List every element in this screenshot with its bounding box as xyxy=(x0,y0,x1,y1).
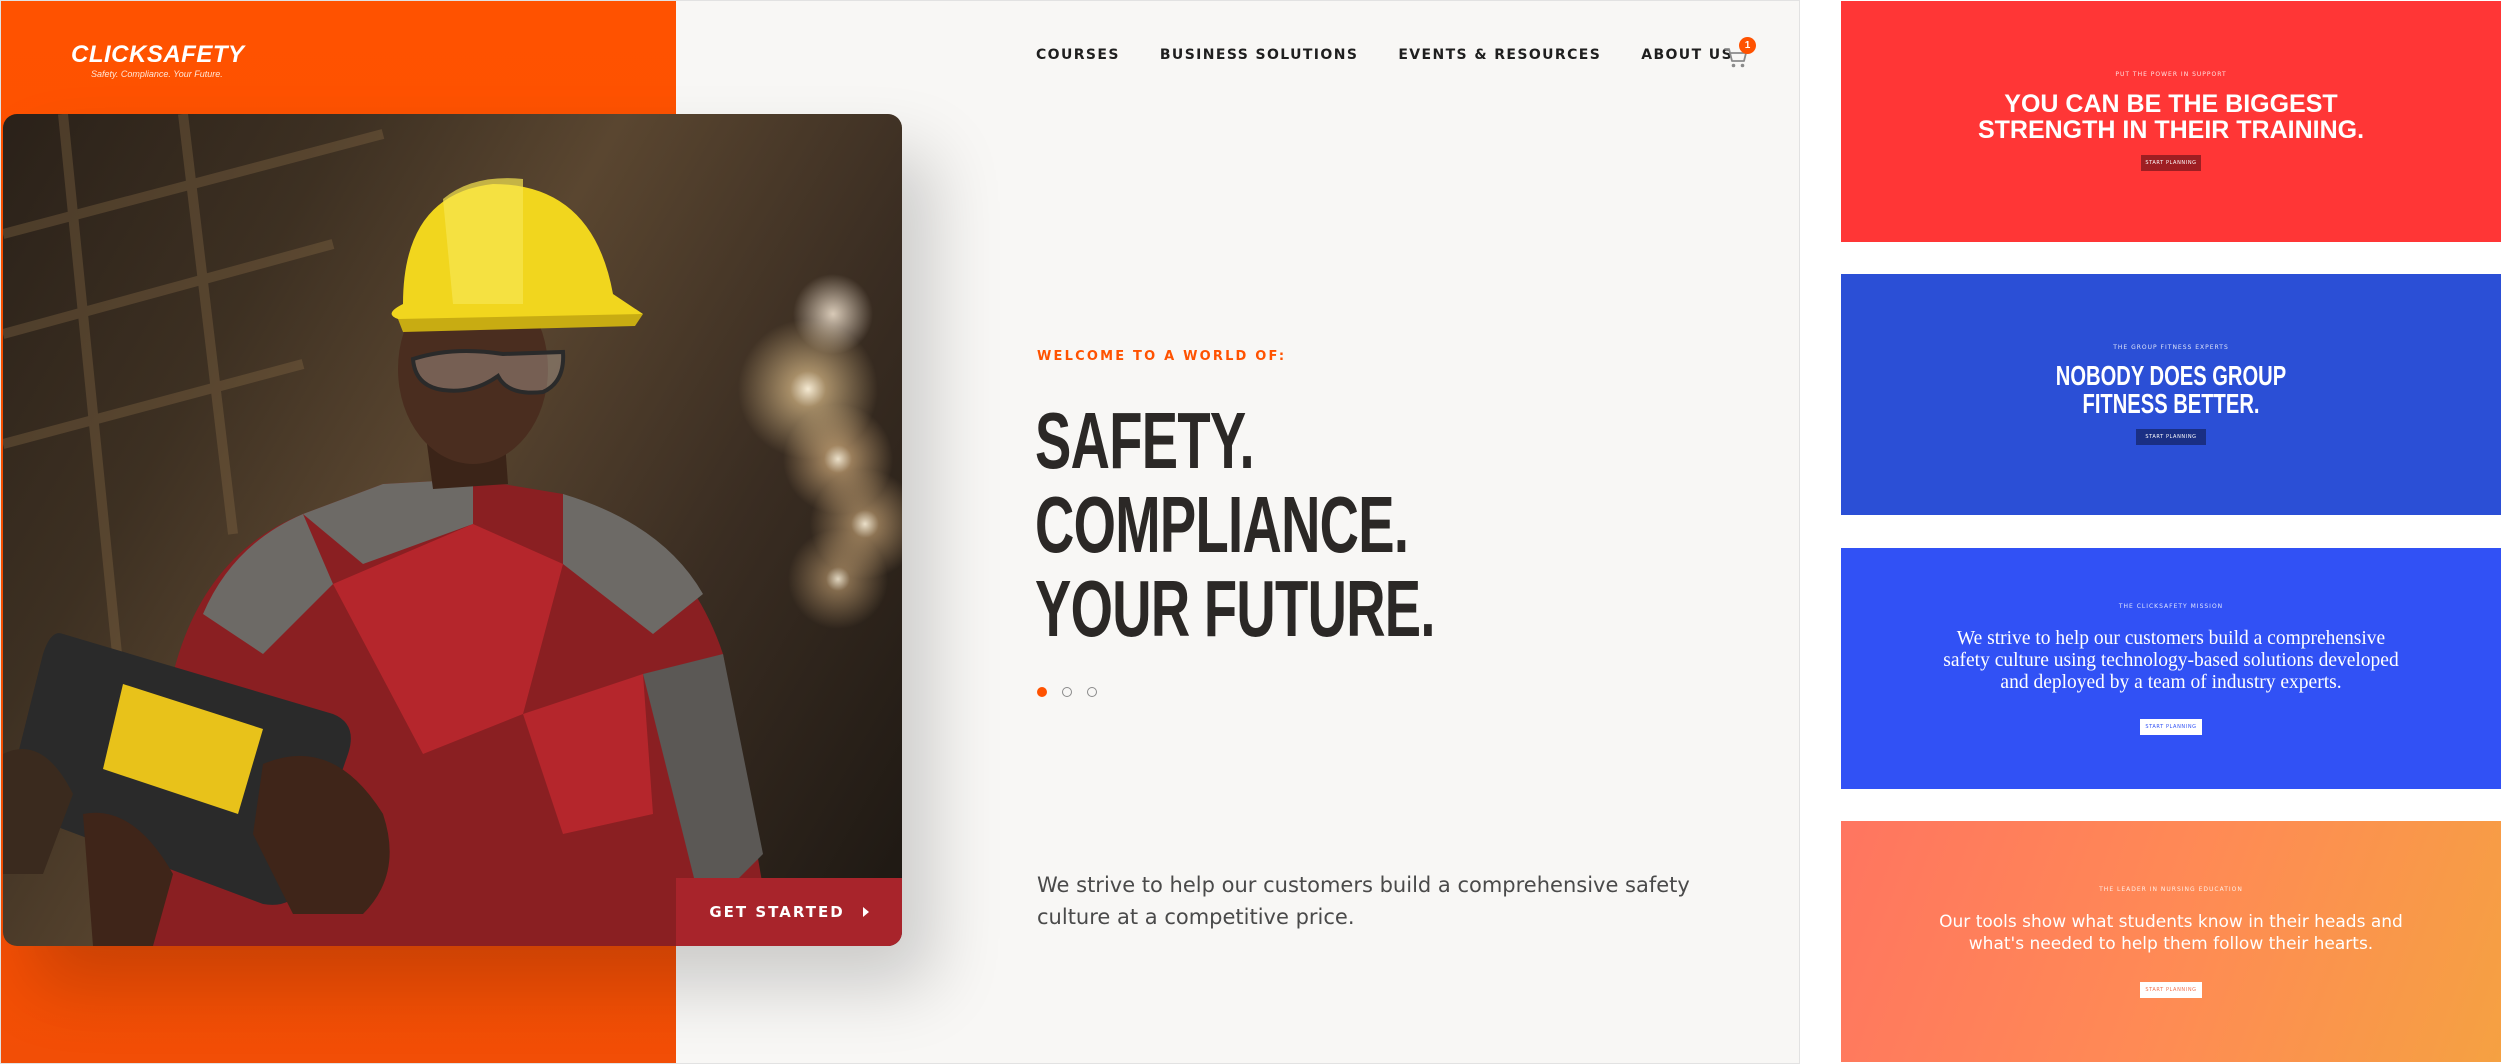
hero-headline: SAFETY. COMPLIANCE. YOUR FUTURE. xyxy=(1035,396,1436,653)
banner-start-planning-button[interactable]: START PLANNING xyxy=(2140,719,2202,735)
nav-about-us[interactable]: ABOUT US xyxy=(1641,47,1733,63)
banner-mission: THE CLICKSAFETY MISSION We strive to hel… xyxy=(1841,548,2501,789)
headline-line-1: SAFETY. xyxy=(1035,396,1255,485)
main-navigation: COURSES BUSINESS SOLUTIONS EVENTS & RESO… xyxy=(1036,47,1773,63)
hero-description: We strive to help our customers build a … xyxy=(1037,873,1690,929)
logo-wordmark: CLICKSAFETY xyxy=(71,41,245,68)
banner-start-planning-button[interactable]: START PLANNING xyxy=(2140,982,2202,998)
banner-eyebrow: THE GROUP FITNESS EXPERTS xyxy=(2113,344,2229,351)
slider-dot-2[interactable] xyxy=(1062,687,1072,697)
caret-right-icon xyxy=(862,907,869,917)
headline-line-2: COMPLIANCE. xyxy=(1035,480,1409,569)
hero-photo-worker-with-tablet xyxy=(3,114,902,946)
headline-line-3: YOUR FUTURE. xyxy=(1035,564,1436,653)
banner-start-planning-button[interactable]: START PLANNING xyxy=(2141,155,2201,171)
hero-eyebrow: WELCOME TO A WORLD OF: xyxy=(1037,349,1287,364)
banner-headline: Our tools show what students know in the… xyxy=(1939,912,2403,954)
site-logo[interactable]: CLICKSAFETY Safety. Compliance. Your Fut… xyxy=(71,41,245,80)
banner-eyebrow: THE LEADER IN NURSING EDUCATION xyxy=(2099,886,2243,893)
banner-headline: YOU CAN BE THE BIGGEST STRENGTH IN THEIR… xyxy=(1977,90,2365,144)
logo-tagline: Safety. Compliance. Your Future. xyxy=(91,69,223,79)
banner-nursing: THE LEADER IN NURSING EDUCATION Our tool… xyxy=(1841,821,2501,1062)
cart-count-badge: 1 xyxy=(1739,37,1756,54)
website-homepage: CLICKSAFETY Safety. Compliance. Your Fut… xyxy=(0,0,1800,1064)
get-started-button[interactable]: GET STARTED xyxy=(676,878,902,946)
banner-red: PUT THE POWER IN SUPPORT YOU CAN BE THE … xyxy=(1841,1,2501,242)
banner-start-planning-button[interactable]: START PLANNING xyxy=(2136,429,2206,445)
banner-eyebrow: THE CLICKSAFETY MISSION xyxy=(2118,603,2224,610)
banner-headline: We strive to help our customers build a … xyxy=(1943,628,2399,693)
banner-blue: THE GROUP FITNESS EXPERTS NOBODY DOES GR… xyxy=(1841,274,2501,515)
banner-eyebrow: PUT THE POWER IN SUPPORT xyxy=(2115,71,2227,78)
slider-dot-3[interactable] xyxy=(1087,687,1097,697)
get-started-label: GET STARTED xyxy=(709,903,845,921)
slider-dot-1[interactable] xyxy=(1037,687,1047,697)
banner-headline: NOBODY DOES GROUP FITNESS BETTER. xyxy=(2055,360,2287,419)
nav-events-resources[interactable]: EVENTS & RESOURCES xyxy=(1398,47,1601,63)
nav-business-solutions[interactable]: BUSINESS SOLUTIONS xyxy=(1160,47,1358,63)
slider-pagination xyxy=(1037,687,1097,697)
nav-courses[interactable]: COURSES xyxy=(1036,47,1120,63)
